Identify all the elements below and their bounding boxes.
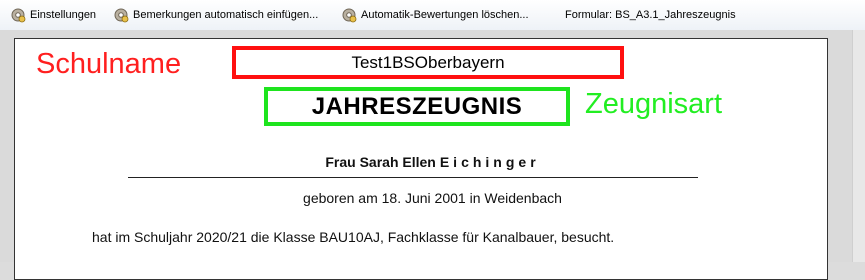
school-name-text: Test1BSOberbayern <box>351 52 505 72</box>
form-name-label: Formular: BS_A3.1_Jahreszeugnis <box>565 9 736 21</box>
insert-remarks-label: Bemerkungen automatisch einfügen... <box>133 9 319 21</box>
settings-button[interactable]: Einstellungen <box>10 7 96 23</box>
school-name-field[interactable]: Test1BSOberbayern <box>232 46 624 79</box>
school-name-annotation: Schulname <box>36 48 182 80</box>
vertical-scrollbar[interactable] <box>852 30 865 262</box>
certificate-type-field[interactable]: JAHRESZEUGNIS <box>264 87 570 126</box>
delete-auto-ratings-button[interactable]: Automatik-Bewertungen löschen... <box>341 7 529 23</box>
name-underline <box>128 177 698 178</box>
gear-icon <box>114 8 129 23</box>
student-name: Frau Sarah Ellen Eichinger <box>0 154 865 170</box>
student-given-names: Frau Sarah Ellen <box>325 154 436 170</box>
gear-icon <box>342 8 357 23</box>
school-year-line: hat im Schuljahr 2020/21 die Klasse BAU1… <box>92 229 615 245</box>
gear-icon <box>11 8 26 23</box>
toolbar: Einstellungen Bemerkungen automatisch ei… <box>0 0 865 31</box>
certificate-type-text: JAHRESZEUGNIS <box>311 92 523 120</box>
delete-auto-ratings-label: Automatik-Bewertungen löschen... <box>361 9 529 21</box>
settings-label: Einstellungen <box>30 9 97 21</box>
birth-line: geboren am 18. Juni 2001 in Weidenbach <box>303 190 562 206</box>
insert-remarks-button[interactable]: Bemerkungen automatisch einfügen... <box>113 7 318 23</box>
certificate-type-annotation: Zeugnisart <box>585 88 723 120</box>
student-surname: Eichinger <box>439 154 540 170</box>
